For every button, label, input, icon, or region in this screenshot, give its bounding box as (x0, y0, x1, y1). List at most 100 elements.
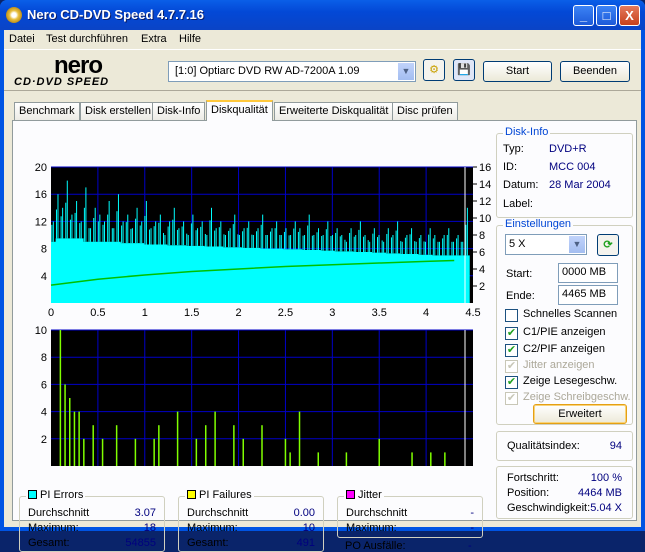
advanced-button[interactable]: Erweitert (533, 404, 627, 424)
pi-errors-group: PI Errors Durchschnitt 3.07 Maximum: 18 … (19, 489, 165, 552)
y2-tick-label: 14 (479, 179, 491, 191)
pie-total-label: Gesamt: (28, 537, 70, 549)
y2-tick-label: 8 (479, 230, 485, 242)
tab-diskqualitaet[interactable]: Diskqualität (206, 100, 273, 121)
jitter-max-label: Maximum: (346, 522, 397, 534)
pi-failures-swatch (187, 490, 196, 499)
close-button[interactable]: X (619, 5, 640, 26)
x-tick-label: 4 (423, 307, 429, 319)
speed-label: Geschwindigkeit: (507, 502, 591, 514)
tab-disk-erstellen[interactable]: Disk erstellen (80, 102, 157, 120)
pie-total-value: 54855 (125, 537, 156, 549)
minimize-button[interactable]: _ (573, 5, 594, 26)
progress-label: Fortschritt: (507, 472, 559, 484)
menu-test[interactable]: Test durchführen (46, 33, 128, 45)
quality-group: Qualitätsindex: 94 (496, 431, 633, 461)
pif-total-label: Gesamt: (187, 537, 229, 549)
y-tick-label: 8 (41, 352, 47, 364)
refresh-icon[interactable]: ⟳ (597, 234, 619, 256)
checkbox-5: ✔ (505, 392, 518, 405)
pi-failures-title-text: PI Failures (199, 489, 252, 501)
tab-benchmark[interactable]: Benchmark (14, 102, 80, 120)
tab-disc-pruefen[interactable]: Disc prüfen (392, 102, 458, 120)
date-label: Datum: (503, 179, 539, 191)
checkbox-2[interactable]: ✔ (505, 344, 518, 357)
pi-failures-group: PI Failures Durchschnitt 0.00 Maximum: 1… (178, 489, 324, 552)
quality-value: 94 (609, 440, 622, 452)
checkbox-label: Schnelles Scannen (523, 308, 618, 320)
jitter-title: Jitter (344, 489, 384, 501)
y2-tick-label: 12 (479, 196, 491, 208)
checkbox-0[interactable] (505, 309, 518, 322)
pi-errors-swatch (28, 490, 37, 499)
checkbox-label: Zeige Lesegeschw. (523, 375, 618, 387)
checkbox-label: C1/PIE anzeigen (523, 326, 606, 338)
settings-title: Einstellungen (503, 218, 574, 230)
jitter-group: Jitter Durchschnitt - Maximum: - (337, 489, 483, 538)
checkbox-3: ✔ (505, 360, 518, 373)
menu-extra[interactable]: Extra (141, 33, 167, 45)
cd-dvd-speed-logo: CD·DVD SPEED (14, 76, 110, 88)
speed-select[interactable]: 5 X ▼ (505, 234, 587, 255)
x-tick-label: 1.5 (184, 307, 199, 319)
chevron-down-icon[interactable]: ▼ (569, 236, 585, 253)
position-label: Position: (507, 487, 550, 499)
window-title: Nero CD-DVD Speed 4.7.7.16 (27, 7, 205, 22)
date-value: 28 Mar 2004 (549, 179, 611, 191)
exit-button[interactable]: Beenden (560, 61, 630, 82)
app-icon (6, 7, 22, 23)
charts: 0 0.5 1 1.5 2 2.5 3 3.5 4 4.548121620246810121416… (35, 162, 491, 466)
pif-avg-label: Durchschnitt (187, 507, 249, 519)
client-area: Datei Test durchführen Extra Hilfe nero … (4, 30, 641, 552)
tab-erweiterte-diskqualitaet[interactable]: Erweiterte Diskqualität (274, 102, 394, 120)
y2-tick-label: 2 (479, 281, 485, 293)
settings-group: Einstellungen 5 X ▼ ⟳ Start: 0000 MB Ende… (496, 218, 633, 425)
id-value: MCC 004 (549, 161, 596, 173)
tab-panel: 0 0.5 1 1.5 2 2.5 3 3.5 4 4.5 4 8 12 16 20 2 4 6 8 10 12 14 16… (12, 120, 637, 552)
end-input[interactable]: 4465 MB (558, 285, 618, 305)
menu-hilfe[interactable]: Hilfe (179, 33, 201, 45)
tab-disk-info[interactable]: Disk-Info (152, 102, 206, 120)
y-tick-label: 20 (35, 162, 47, 174)
progress-value: 100 % (590, 472, 622, 484)
jitter-max-value: - (470, 522, 474, 534)
label-label: Label: (503, 198, 533, 210)
pif-max-label: Maximum: (187, 522, 238, 534)
x-tick-label: 2 (235, 307, 241, 319)
pie-max-label: Maximum: (28, 522, 79, 534)
y2-tick-label: 6 (479, 247, 485, 259)
maximize-button[interactable]: □ (596, 5, 617, 26)
checkbox-1[interactable]: ✔ (505, 327, 518, 340)
menu-datei[interactable]: Datei (9, 33, 35, 45)
drive-value: [1:0] Optiarc DVD RW AD-7200A 1.09 (175, 65, 360, 77)
chevron-down-icon[interactable]: ▼ (398, 63, 414, 80)
x-tick-label: 3 (329, 307, 335, 319)
drive-select[interactable]: [1:0] Optiarc DVD RW AD-7200A 1.09 ▼ (168, 61, 416, 82)
start-input[interactable]: 0000 MB (558, 263, 618, 283)
save-icon[interactable]: 💾 (453, 59, 475, 81)
po-value: - (468, 540, 472, 552)
toolbar: nero CD·DVD SPEED [1:0] Optiarc DVD RW A… (4, 49, 641, 91)
type-value: DVD+R (549, 143, 587, 155)
checkbox-4[interactable]: ✔ (505, 376, 518, 389)
start-button[interactable]: Start (483, 61, 552, 82)
pif-max-value: 10 (302, 522, 315, 534)
speed-value: 5 X (509, 238, 526, 250)
app-window: Nero CD-DVD Speed 4.7.7.16 _ □ X Datei T… (0, 0, 645, 552)
x-tick-label: 2.5 (278, 307, 293, 319)
end-label: Ende: (506, 290, 535, 302)
y2-tick-label: 16 (479, 162, 491, 174)
y2-tick-label: 10 (479, 213, 491, 225)
checkbox-label: Zeige Schreibgeschw. (523, 391, 631, 403)
po-label: PO Ausfälle: (345, 540, 406, 552)
jitter-avg-label: Durchschnitt (346, 507, 408, 519)
id-label: ID: (503, 161, 518, 173)
checkbox-label: C2/PIF anzeigen (523, 343, 605, 355)
jitter-avg-value: - (470, 507, 474, 519)
jitter-title-text: Jitter (358, 489, 382, 501)
drive-info-icon[interactable]: ⚙ (423, 59, 445, 81)
pie-max-value: 18 (143, 522, 156, 534)
x-tick-label: 0 (48, 307, 54, 319)
pie-avg-label: Durchschnitt (28, 507, 90, 519)
y-tick-label: 12 (35, 216, 47, 228)
